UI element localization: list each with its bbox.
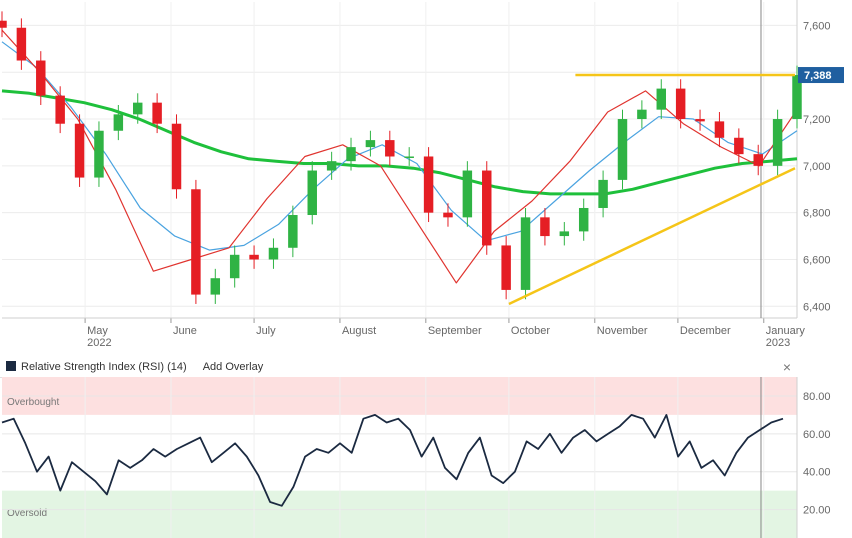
- candle-body: [288, 215, 298, 248]
- candle-body: [307, 170, 317, 216]
- candle-body: [404, 156, 414, 158]
- rsi-header: Relative Strength Index (RSI) (14) Add Ov…: [0, 357, 797, 378]
- candle-body: [462, 170, 473, 218]
- candle-body: [268, 247, 279, 260]
- x-tick-label: January: [766, 325, 806, 337]
- candle-body: [152, 102, 162, 124]
- candle-body: [385, 140, 395, 157]
- x-tick-label: July: [256, 325, 276, 337]
- last-price-label: 7,388: [804, 70, 832, 82]
- candle-body: [94, 130, 104, 178]
- year-label: 2022: [87, 337, 111, 349]
- rsi-y-tick-label: 60.00: [803, 429, 831, 441]
- candle-body: [132, 102, 143, 115]
- add-overlay-button[interactable]: Add Overlay: [203, 361, 264, 373]
- rsi-y-tick-label: 20.00: [803, 505, 831, 517]
- y-tick-label: 7,600: [803, 20, 831, 32]
- candle-body: [210, 278, 221, 295]
- close-icon[interactable]: ×: [783, 357, 791, 377]
- rsi-y-tick-label: 40.00: [803, 467, 831, 479]
- candle-body: [16, 27, 27, 61]
- candle-body: [55, 95, 65, 124]
- candle-body: [714, 121, 725, 138]
- x-tick-label: November: [597, 325, 648, 337]
- y-tick-label: 6,600: [803, 254, 831, 266]
- overbought-label: Overbought: [7, 397, 59, 408]
- x-tick-label: October: [511, 325, 550, 337]
- y-tick-label: 6,400: [803, 301, 831, 313]
- candle-body: [520, 217, 531, 290]
- candle-body: [617, 119, 628, 180]
- candle-body: [598, 179, 608, 208]
- price-chart: 7,6007,4007,2007,0006,8006,6006,400MayJu…: [0, 0, 844, 349]
- candle-body: [346, 147, 356, 162]
- candle-body: [191, 189, 201, 295]
- rsi-title: Relative Strength Index (RSI) (14): [21, 361, 187, 373]
- candle-body: [171, 123, 182, 190]
- support-trendline: [508, 167, 796, 306]
- y-tick-label: 7,000: [803, 161, 831, 173]
- rsi-chart: OverboughtOversold80.0060.0040.0020.00: [1, 377, 831, 538]
- candle-body: [753, 154, 763, 166]
- candle-body: [772, 119, 783, 166]
- x-tick-label: September: [428, 325, 482, 337]
- rsi-color-swatch: [6, 361, 16, 371]
- x-tick-label: June: [173, 325, 197, 337]
- candle-body: [229, 254, 240, 279]
- x-tick-label: May: [87, 325, 108, 337]
- candle-body: [675, 88, 686, 120]
- candle-body: [482, 170, 492, 246]
- candle-body: [540, 217, 550, 237]
- candle-body: [443, 212, 453, 218]
- candle-body: [326, 161, 337, 171]
- y-tick-label: 6,800: [803, 208, 831, 220]
- year-label: 2023: [766, 337, 790, 349]
- candle-body: [0, 20, 7, 28]
- candle-body: [249, 254, 259, 260]
- candle-body: [365, 140, 376, 148]
- candle-body: [559, 231, 570, 237]
- candle-body: [74, 123, 85, 178]
- candle-body: [695, 119, 705, 122]
- candle-body: [578, 207, 589, 232]
- candle-body: [656, 88, 667, 110]
- candle-body: [423, 156, 434, 213]
- x-tick-label: August: [342, 325, 376, 337]
- candle-body: [113, 114, 124, 131]
- rsi-y-tick-label: 80.00: [803, 391, 831, 403]
- candle-body: [501, 245, 511, 290]
- candle-body: [36, 60, 46, 96]
- candle-body: [734, 137, 744, 155]
- y-tick-label: 7,200: [803, 114, 831, 126]
- x-tick-label: December: [680, 325, 731, 337]
- candle-body: [637, 109, 647, 120]
